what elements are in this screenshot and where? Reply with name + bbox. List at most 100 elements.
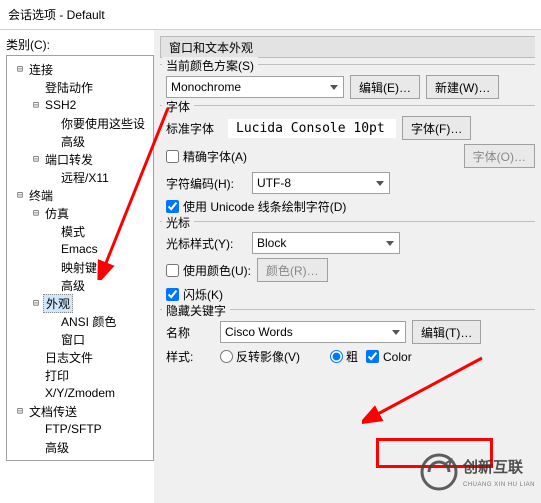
- main-area: 类别(C): ⊟连接登陆动作⊟SSH2你要使用这些设高级⊟端口转发远程/X11⊟…: [0, 30, 541, 503]
- tree-item[interactable]: ANSI 颜色: [9, 312, 151, 330]
- tree-item[interactable]: 映射键: [9, 258, 151, 276]
- tree-item[interactable]: ⊟终端: [9, 186, 151, 204]
- right-pane: 窗口和文本外观 当前颜色方案(S) Monochrome 编辑(E)… 新建(W…: [154, 30, 541, 503]
- category-label: 类别(C):: [6, 36, 154, 53]
- tree-item-label: X/Y/Zmodem: [43, 386, 117, 400]
- hidden-name-select[interactable]: Cisco Words: [220, 321, 406, 343]
- tree-item[interactable]: 高级: [9, 438, 151, 456]
- tree-item-label: 外观: [43, 294, 73, 313]
- tree-item[interactable]: ⊟端口转发: [9, 150, 151, 168]
- tree-item-label: SSH2: [43, 98, 78, 112]
- tree-item-label: Emacs: [59, 242, 100, 256]
- blink-cb[interactable]: [166, 288, 179, 301]
- tree-item-label: 你要使用这些设: [59, 115, 147, 132]
- tree-item[interactable]: Emacs: [9, 240, 151, 258]
- encoding-select-wrap[interactable]: UTF-8: [252, 172, 390, 194]
- standard-font-label: 标准字体: [166, 120, 222, 137]
- style-invert-rb[interactable]: [220, 350, 233, 363]
- use-color-checkbox[interactable]: 使用颜色(U):: [166, 262, 251, 279]
- hidden-name-select-wrap[interactable]: Cisco Words: [220, 321, 406, 343]
- collapse-icon[interactable]: ⊟: [29, 154, 43, 165]
- watermark-logo: 创新互联 CHUANG XIN HU LIAN: [417, 450, 537, 499]
- style-bold-radio[interactable]: 粗: [330, 348, 358, 365]
- font-display: Lucida Console 10pt: [228, 119, 396, 138]
- tree-item[interactable]: FTP/SFTP: [9, 420, 151, 438]
- tree-item[interactable]: 打印: [9, 366, 151, 384]
- font-button-2: 字体(O)…: [464, 144, 535, 168]
- group-color-scheme: 当前颜色方案(S) Monochrome 编辑(E)… 新建(W)…: [160, 64, 535, 99]
- tree-item[interactable]: ⊟文档传送: [9, 402, 151, 420]
- style-invert-radio[interactable]: 反转影像(V): [220, 348, 300, 365]
- cursor-color-button: 颜色(R)…: [257, 258, 328, 282]
- window-title: 会话选项 - Default: [8, 6, 105, 23]
- tree-item-label: 连接: [27, 61, 55, 78]
- tree-item[interactable]: 窗口: [9, 330, 151, 348]
- group-cursor: 光标 光标样式(Y): Block 使用颜色(U): 颜色(R)…: [160, 221, 535, 303]
- style-color-checkbox[interactable]: Color: [366, 350, 412, 364]
- use-color-cb[interactable]: [166, 264, 179, 277]
- collapse-icon[interactable]: ⊟: [29, 208, 43, 219]
- group-title-cursor: 光标: [162, 214, 194, 231]
- collapse-icon[interactable]: ⊟: [13, 190, 27, 201]
- unicode-lines-checkbox[interactable]: 使用 Unicode 线条绘制字符(D): [166, 198, 346, 215]
- scheme-new-button[interactable]: 新建(W)…: [426, 75, 499, 99]
- exact-font-cb[interactable]: [166, 150, 179, 163]
- collapse-icon[interactable]: ⊟: [29, 100, 43, 111]
- style-bold-rb[interactable]: [330, 350, 343, 363]
- collapse-icon[interactable]: ⊟: [13, 64, 27, 75]
- tree-item-label: 高级: [59, 277, 87, 294]
- tree-item-label: 窗口: [59, 331, 87, 348]
- collapse-icon[interactable]: ⊟: [29, 298, 43, 309]
- hidden-edit-button[interactable]: 编辑(T)…: [412, 320, 481, 344]
- tree-item-label: 远程/X11: [59, 169, 111, 186]
- tree-item[interactable]: X/Y/Zmodem: [9, 384, 151, 402]
- window-titlebar: 会话选项 - Default: [0, 0, 541, 30]
- tree-item-label: 文档传送: [27, 403, 79, 420]
- tree-item[interactable]: 登陆动作: [9, 78, 151, 96]
- svg-text:创新互联: 创新互联: [462, 458, 524, 476]
- tree-item-label: 终端: [27, 187, 55, 204]
- cursor-style-select-wrap[interactable]: Block: [252, 232, 400, 254]
- tree-item[interactable]: ⊟外观: [9, 294, 151, 312]
- tree-item-label: 登陆动作: [43, 79, 95, 96]
- tree-item[interactable]: 模式: [9, 222, 151, 240]
- tree-item-label: 高级: [43, 439, 71, 456]
- tree-item-label: 模式: [59, 223, 87, 240]
- unicode-lines-cb[interactable]: [166, 200, 179, 213]
- tree-item[interactable]: 远程/X11: [9, 168, 151, 186]
- left-pane: 类别(C): ⊟连接登陆动作⊟SSH2你要使用这些设高级⊟端口转发远程/X11⊟…: [0, 30, 154, 503]
- tree-item[interactable]: ⊟SSH2: [9, 96, 151, 114]
- tree-item[interactable]: 日志文件: [9, 348, 151, 366]
- cursor-style-label: 光标样式(Y):: [166, 235, 246, 252]
- tree-item[interactable]: 你要使用这些设: [9, 114, 151, 132]
- group-title-fonts: 字体: [162, 98, 194, 115]
- tree-item[interactable]: 高级: [9, 276, 151, 294]
- hidden-style-label: 样式:: [166, 348, 214, 365]
- collapse-icon[interactable]: ⊟: [13, 406, 27, 417]
- group-hidden-keywords: 隐藏关键字 名称 Cisco Words 编辑(T)… 样式: 反转影像(V): [160, 309, 535, 365]
- encoding-label: 字符编码(H):: [166, 175, 246, 192]
- exact-font-checkbox[interactable]: 精确字体(A): [166, 148, 247, 165]
- encoding-select[interactable]: UTF-8: [252, 172, 390, 194]
- tree-item-label: 映射键: [59, 259, 99, 276]
- scheme-select[interactable]: Monochrome: [166, 76, 344, 98]
- hidden-name-label: 名称: [166, 324, 214, 341]
- style-color-cb[interactable]: [366, 350, 379, 363]
- font-button[interactable]: 字体(F)…: [402, 116, 471, 140]
- cursor-style-select[interactable]: Block: [252, 232, 400, 254]
- tree-item-label: 日志文件: [43, 349, 95, 366]
- tree-item-label: ANSI 颜色: [59, 313, 118, 330]
- group-title-hidden: 隐藏关键字: [162, 302, 230, 319]
- tree-item-label: 仿真: [43, 205, 71, 222]
- tree-item-label: 高级: [59, 133, 87, 150]
- category-tree[interactable]: ⊟连接登陆动作⊟SSH2你要使用这些设高级⊟端口转发远程/X11⊟终端⊟仿真模式…: [6, 55, 154, 461]
- blink-checkbox[interactable]: 闪烁(K): [166, 286, 223, 303]
- tree-item[interactable]: ⊟仿真: [9, 204, 151, 222]
- tree-item[interactable]: ⊟连接: [9, 60, 151, 78]
- section-header: 窗口和文本外观: [160, 36, 535, 58]
- group-fonts: 字体 标准字体 Lucida Console 10pt 字体(F)… 精确字体(…: [160, 105, 535, 215]
- scheme-select-wrap[interactable]: Monochrome: [166, 76, 344, 98]
- tree-item-label: FTP/SFTP: [43, 422, 104, 436]
- scheme-edit-button[interactable]: 编辑(E)…: [350, 75, 420, 99]
- tree-item[interactable]: 高级: [9, 132, 151, 150]
